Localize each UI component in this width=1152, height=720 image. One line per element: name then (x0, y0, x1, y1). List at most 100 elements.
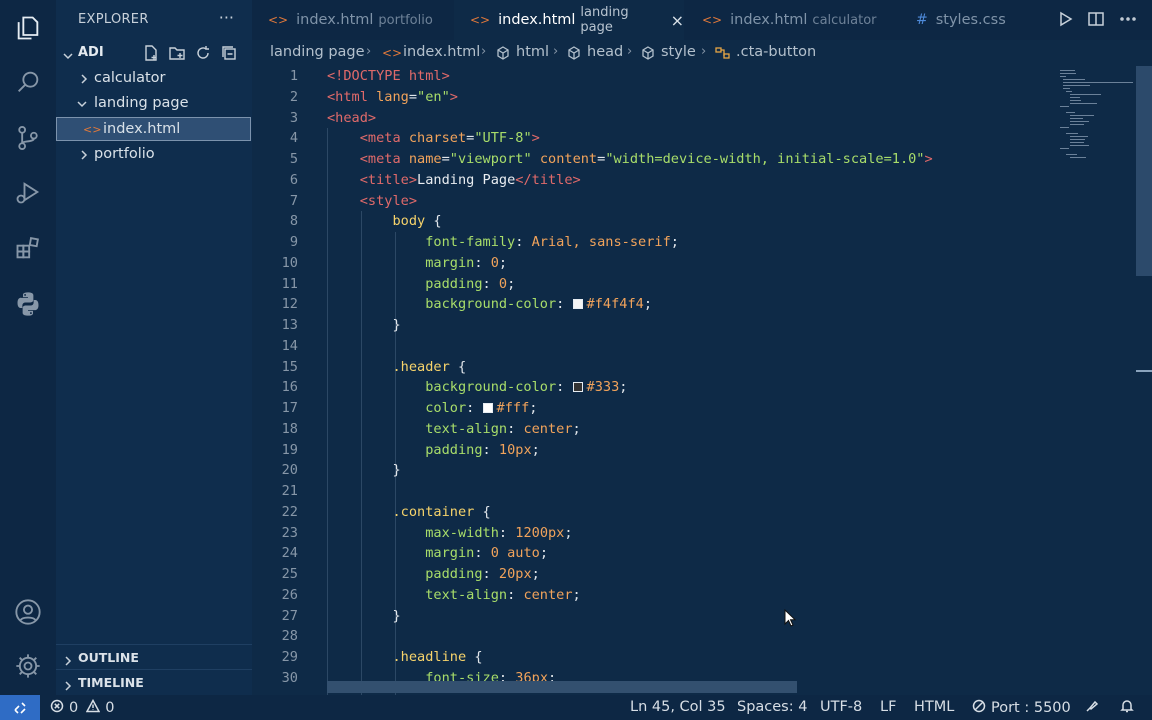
tree-item-calculator[interactable]: calculator (56, 67, 252, 91)
code-line[interactable]: 22 .container { (252, 502, 1072, 523)
more-actions-icon[interactable]: ··· (219, 8, 234, 27)
notifications-bell-icon[interactable] (1120, 699, 1134, 713)
tab-index-landing-page[interactable]: <> index.html landing page × (454, 0, 684, 40)
new-file-icon[interactable] (142, 44, 160, 62)
explorer-sidebar: EXPLORER ··· ADI calculator landing page… (56, 0, 252, 695)
code-line[interactable]: 14 (252, 336, 1072, 357)
code-editor[interactable]: 1 <!DOCTYPE html> 2 <html lang="en"> 3 <head>… (252, 66, 1152, 695)
code-line[interactable]: 6 <title>Landing Page</title> (252, 170, 1072, 191)
breadcrumb-file[interactable]: index.html (403, 44, 480, 60)
code-line[interactable]: 29 .headline { (252, 647, 1072, 668)
code-text: color: #fff; (425, 400, 538, 416)
refresh-icon[interactable] (194, 44, 212, 62)
chevron-right-icon (62, 652, 74, 666)
code-line[interactable]: 15 .header { (252, 357, 1072, 378)
tab-index-portfolio[interactable]: <> index.html portfolio (252, 0, 452, 40)
minimap-line (1063, 79, 1086, 80)
files-icon[interactable] (12, 12, 44, 44)
code-line[interactable]: 19 padding: 10px; (252, 440, 1072, 461)
breadcrumb: landing page › <> index.html › html › he… (252, 40, 1152, 66)
minimap-line (1060, 76, 1066, 77)
breadcrumb-style[interactable]: style (661, 44, 696, 60)
language-mode[interactable]: HTML (914, 699, 954, 715)
color-swatch[interactable] (572, 299, 583, 310)
tab-styles-css[interactable]: # styles.css (898, 0, 1038, 40)
code-line[interactable]: 9 font-family: Arial, sans-serif; (252, 232, 1072, 253)
workspace-folder[interactable]: ADI (56, 42, 252, 64)
code-line[interactable]: 23 max-width: 1200px; (252, 523, 1072, 544)
breadcrumb-selector[interactable]: .cta-button (736, 44, 816, 60)
code-line[interactable]: 21 (252, 481, 1072, 502)
line-number: 21 (281, 483, 298, 499)
code-line[interactable]: 12 background-color: #f4f4f4; (252, 294, 1072, 315)
code-line[interactable]: 18 text-align: center; (252, 419, 1072, 440)
minimap-line (1066, 154, 1078, 155)
code-line[interactable]: 8 body { (252, 211, 1072, 232)
tab-label: index.html (498, 12, 576, 28)
close-tab-icon[interactable]: × (671, 11, 684, 30)
code-text: max-width: 1200px; (425, 524, 573, 541)
code-line[interactable]: 20 } (252, 460, 1072, 481)
new-folder-icon[interactable] (168, 44, 186, 62)
breadcrumb-head[interactable]: head (587, 44, 623, 60)
code-line[interactable]: 13 } (252, 315, 1072, 336)
color-swatch[interactable] (572, 382, 583, 393)
tree-item-portfolio[interactable]: portfolio (56, 143, 252, 167)
line-number: 5 (289, 151, 298, 167)
indentation-setting[interactable]: Spaces: 4 (737, 699, 807, 715)
minimap[interactable] (1058, 66, 1138, 186)
code-line[interactable]: 17 color: #fff; (252, 398, 1072, 419)
end-of-line[interactable]: LF (880, 699, 896, 715)
code-text: .headline { (392, 649, 483, 665)
color-swatch[interactable] (482, 403, 493, 413)
code-line[interactable]: 3 <head> (252, 108, 1072, 129)
breadcrumb-folder[interactable]: landing page (270, 44, 365, 60)
code-line[interactable]: 16 background-color: #333; (252, 377, 1072, 398)
code-line[interactable]: 10 margin: 0; (252, 253, 1072, 274)
tree-item-landing-page[interactable]: landing page (56, 92, 252, 116)
element-icon (495, 45, 511, 65)
problems-indicator[interactable]: 0 0 (50, 698, 114, 717)
tree-item-index-html[interactable]: <> index.html (56, 117, 251, 141)
code-line[interactable]: 24 margin: 0 auto; (252, 543, 1072, 564)
run-debug-icon[interactable] (12, 176, 44, 208)
cursor-position[interactable]: Ln 45, Col 35 (630, 699, 726, 715)
code-text: <!DOCTYPE html> (327, 68, 450, 84)
file-encoding[interactable]: UTF-8 (820, 699, 862, 715)
settings-gear-icon[interactable] (12, 650, 44, 682)
more-actions-icon[interactable] (1119, 10, 1137, 28)
source-control-icon[interactable] (12, 122, 44, 154)
code-line[interactable]: 27 } (252, 606, 1072, 627)
code-line[interactable]: 28 (252, 626, 1072, 647)
element-icon (566, 45, 582, 65)
feedback-icon[interactable] (1085, 699, 1099, 713)
split-editor-icon[interactable] (1087, 10, 1105, 28)
timeline-section[interactable]: TIMELINE (56, 669, 252, 693)
line-number: 3 (289, 109, 298, 126)
code-line[interactable]: 2 <html lang="en"> (252, 87, 1072, 108)
tab-description: calculator (812, 12, 877, 28)
collapse-all-icon[interactable] (220, 44, 238, 62)
account-icon[interactable] (12, 596, 44, 628)
breadcrumb-html[interactable]: html (516, 44, 549, 60)
tab-index-calculator[interactable]: <> index.html calculator (686, 0, 896, 40)
line-number: 8 (289, 213, 298, 230)
run-icon[interactable] (1056, 10, 1074, 28)
code-line[interactable]: 26 text-align: center; (252, 585, 1072, 606)
live-server-port[interactable]: Port : 5500 (972, 699, 1071, 717)
outline-section[interactable]: OUTLINE (56, 644, 252, 668)
extensions-icon[interactable] (12, 232, 44, 264)
search-icon[interactable] (12, 66, 44, 98)
code-line[interactable]: 7 <style> (252, 191, 1072, 212)
chevron-right-icon: › (366, 44, 372, 59)
python-icon[interactable] (12, 288, 44, 320)
code-line[interactable]: 4 <meta charset="UTF-8"> (252, 128, 1072, 149)
code-line[interactable]: 5 <meta name="viewport" content="width=d… (252, 149, 1072, 170)
code-line[interactable]: 25 padding: 20px; (252, 564, 1072, 585)
code-line[interactable]: 11 padding: 0; (252, 274, 1072, 295)
vertical-scrollbar[interactable] (1136, 66, 1152, 276)
code-line[interactable]: 1 <!DOCTYPE html> (252, 66, 1072, 87)
horizontal-scrollbar[interactable] (327, 681, 797, 693)
code-text: <title>Landing Page</title> (359, 171, 581, 188)
remote-indicator-icon[interactable] (0, 695, 40, 720)
